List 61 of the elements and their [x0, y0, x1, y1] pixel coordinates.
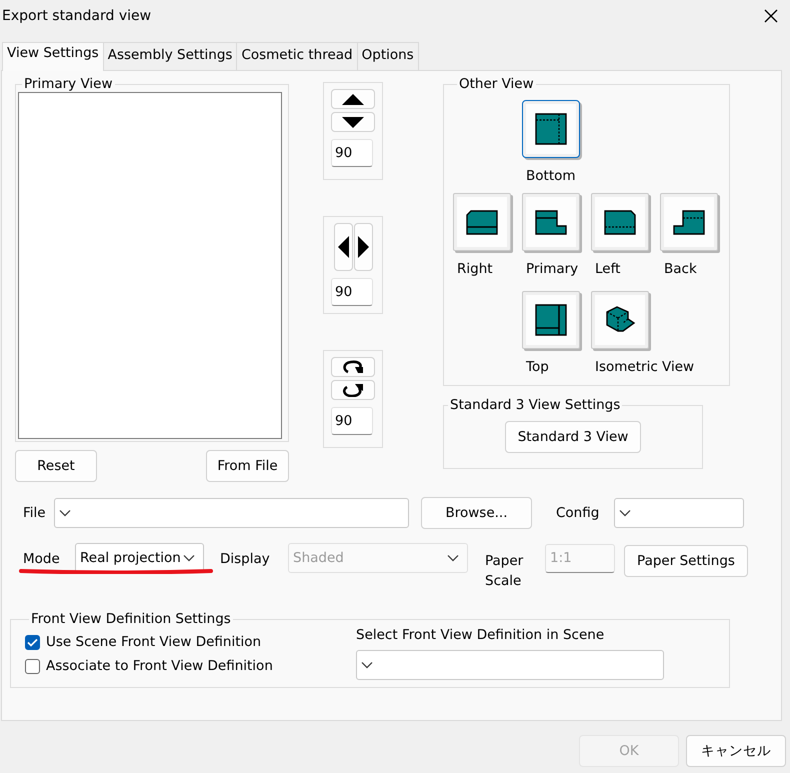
- tab[interactable]: Options: [356, 42, 419, 70]
- mode-dropdown[interactable]: Real projection: [75, 543, 204, 573]
- rotate-clockwise-button[interactable]: [331, 357, 375, 377]
- move-left-button[interactable]: [334, 223, 352, 271]
- triangle-left-icon: [338, 236, 348, 258]
- close-icon[interactable]: [764, 9, 778, 23]
- primary-view-icon: [535, 210, 567, 234]
- field-label: Mode: [23, 551, 61, 567]
- triangle-up-icon: [342, 94, 364, 104]
- back-view-icon: [673, 210, 705, 234]
- view-button[interactable]: [591, 193, 649, 251]
- tab[interactable]: View Settings: [2, 42, 104, 71]
- checkbox-label: Use Scene Front View Definition: [46, 634, 262, 650]
- view-label: Back: [664, 261, 697, 277]
- view-button[interactable]: [522, 291, 580, 349]
- view-button[interactable]: [591, 291, 649, 349]
- view-button[interactable]: [660, 193, 718, 251]
- view-label: Primary: [526, 261, 578, 277]
- right-view-icon: [466, 210, 498, 234]
- rotate-arrow-icon: [342, 360, 364, 374]
- group-title: Primary View: [23, 76, 114, 92]
- window-title: Export standard view: [2, 8, 152, 24]
- rotate-arrow-icon: [342, 383, 364, 397]
- move-down-button[interactable]: [331, 112, 375, 132]
- field-label: Select Front View Definition in Scene: [356, 627, 606, 643]
- browse-button[interactable]: Browse...: [421, 497, 532, 529]
- checkmark-icon: [27, 638, 38, 646]
- field-label: Paper Scale: [485, 552, 524, 591]
- group-title: Front View Definition Settings: [30, 611, 232, 627]
- view-label: Top: [526, 359, 549, 375]
- bottom-view-icon: [535, 113, 567, 145]
- field-label: File: [23, 505, 47, 521]
- field-label: Config: [556, 505, 600, 521]
- top-view-icon: [535, 304, 567, 336]
- checkbox[interactable]: [25, 634, 40, 650]
- triangle-right-icon: [358, 236, 368, 258]
- rotate-counterclockwise-button[interactable]: [331, 380, 375, 400]
- view-label: Right: [457, 261, 493, 277]
- move-up-button[interactable]: [331, 89, 375, 109]
- view-button[interactable]: [522, 100, 580, 158]
- left-view-icon: [604, 210, 636, 234]
- view-label: Left: [595, 261, 620, 277]
- group-title: Standard 3 View Settings: [449, 397, 622, 413]
- view-button[interactable]: [522, 193, 580, 251]
- view-button[interactable]: [453, 193, 511, 251]
- checkbox-label: Associate to Front View Definition: [46, 658, 273, 674]
- standard-3-view-button[interactable]: Standard 3 View: [505, 421, 641, 453]
- view-label: Isometric View: [595, 359, 694, 375]
- dialog-button[interactable]: キャンセル: [686, 735, 786, 767]
- from-file-button[interactable]: From File: [206, 450, 289, 482]
- paper-settings-button[interactable]: Paper Settings: [624, 545, 748, 577]
- angle-input[interactable]: 90: [331, 139, 373, 167]
- angle-input[interactable]: 90: [331, 407, 373, 435]
- field-label: Display: [220, 551, 271, 567]
- move-right-button[interactable]: [354, 223, 372, 271]
- checkbox[interactable]: [25, 658, 40, 674]
- reset-button[interactable]: Reset: [15, 450, 97, 482]
- angle-input[interactable]: 90: [331, 278, 373, 306]
- view-label: Bottom: [526, 168, 576, 184]
- group-title: Other View: [458, 76, 535, 92]
- triangle-down-icon: [342, 116, 364, 128]
